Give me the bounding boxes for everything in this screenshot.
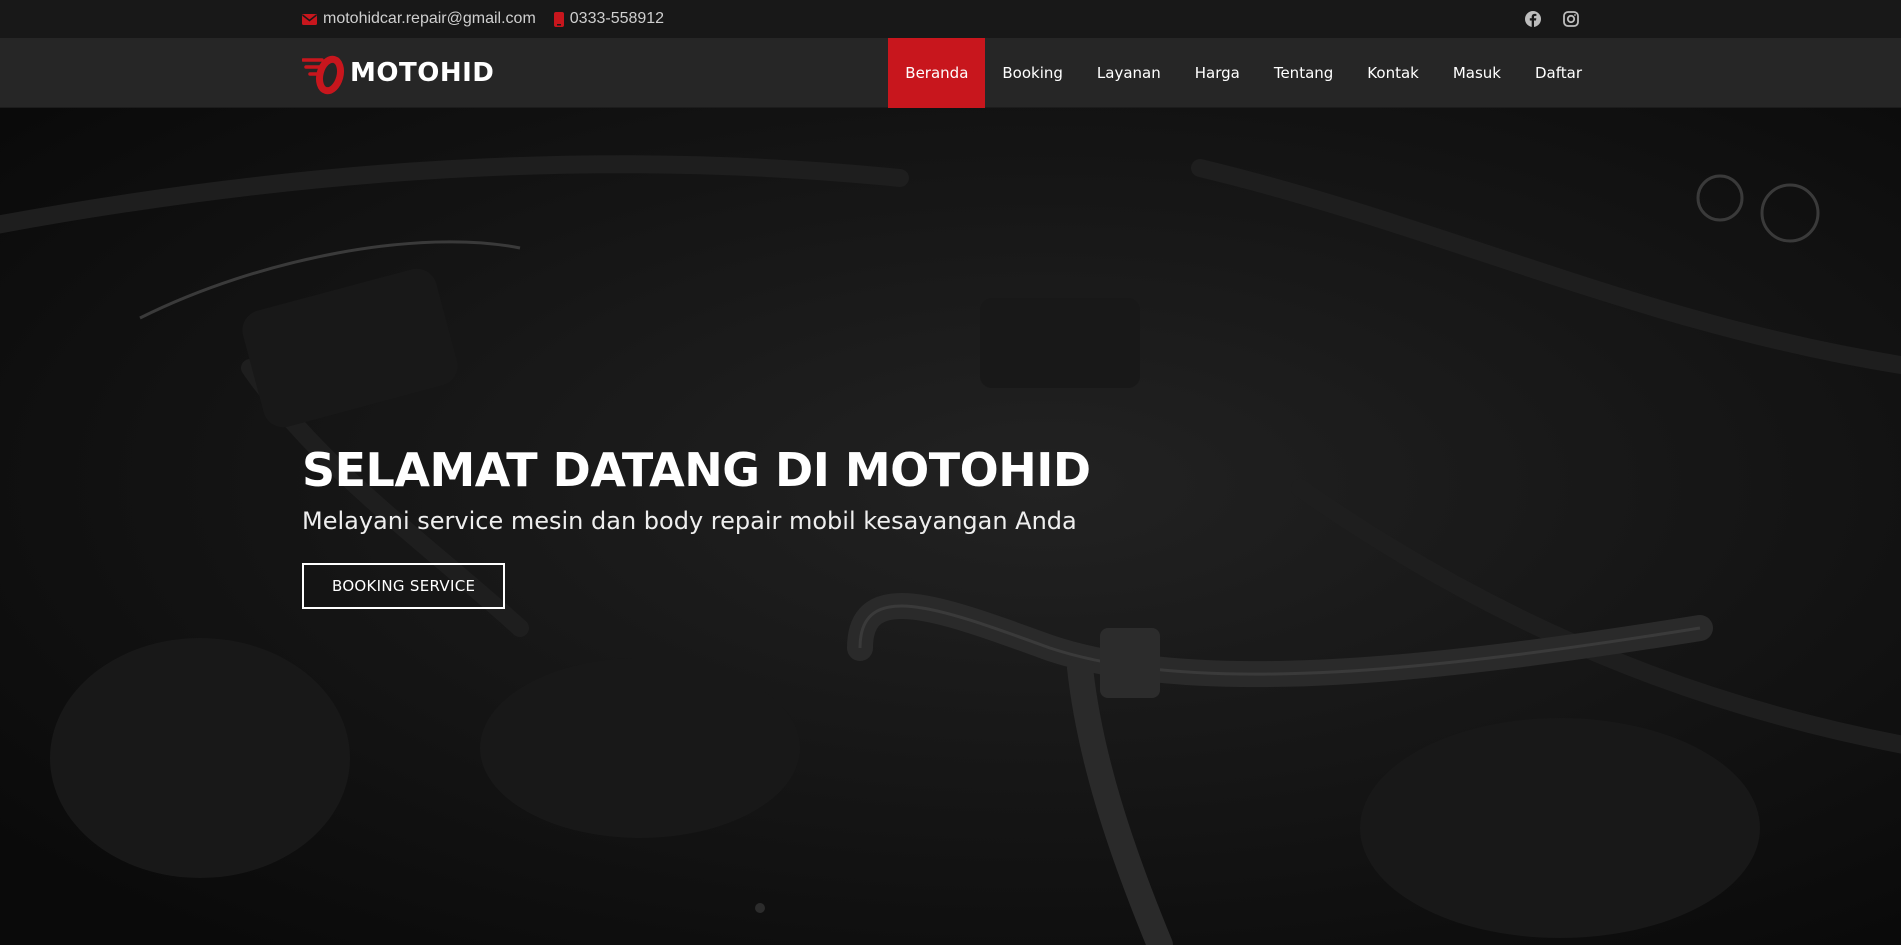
nav-item-booking[interactable]: Booking: [985, 38, 1080, 108]
contact-info: motohidcar.repair@gmail.com 0333-558912: [302, 0, 664, 38]
email-text[interactable]: motohidcar.repair@gmail.com: [323, 10, 536, 28]
hero-title: SELAMAT DATANG DI MOTOHID: [302, 443, 1091, 497]
nav-item-layanan[interactable]: Layanan: [1080, 38, 1178, 108]
brand-logo[interactable]: MOTOHID: [302, 50, 494, 96]
nav-item-harga[interactable]: Harga: [1178, 38, 1257, 108]
email-contact[interactable]: motohidcar.repair@gmail.com: [302, 10, 536, 28]
hero-content: SELAMAT DATANG DI MOTOHID Melayani servi…: [302, 443, 1091, 609]
social-links: [1525, 0, 1579, 38]
brand-name: MOTOHID: [350, 58, 495, 88]
facebook-icon[interactable]: [1525, 11, 1541, 27]
nav-item-daftar[interactable]: Daftar: [1518, 38, 1599, 108]
phone-icon: [553, 11, 564, 27]
nav-item-beranda[interactable]: Beranda: [888, 38, 986, 108]
envelope-icon: [302, 13, 317, 25]
nav-item-masuk[interactable]: Masuk: [1436, 38, 1518, 108]
instagram-icon[interactable]: [1563, 11, 1579, 27]
top-bar: motohidcar.repair@gmail.com 0333-558912: [0, 0, 1901, 38]
phone-contact[interactable]: 0333-558912: [553, 10, 664, 28]
hero-subtitle: Melayani service mesin dan body repair m…: [302, 507, 1077, 535]
phone-text[interactable]: 0333-558912: [570, 10, 664, 28]
logo-emblem-icon: [302, 55, 345, 95]
main-navbar: MOTOHID Beranda Booking Layanan Harga Te…: [0, 38, 1901, 108]
nav-item-kontak[interactable]: Kontak: [1350, 38, 1436, 108]
hero-section: SELAMAT DATANG DI MOTOHID Melayani servi…: [0, 108, 1901, 945]
booking-service-button[interactable]: BOOKING SERVICE: [302, 563, 506, 609]
nav-menu: Beranda Booking Layanan Harga Tentang Ko…: [888, 38, 1599, 108]
nav-item-tentang[interactable]: Tentang: [1257, 38, 1350, 108]
